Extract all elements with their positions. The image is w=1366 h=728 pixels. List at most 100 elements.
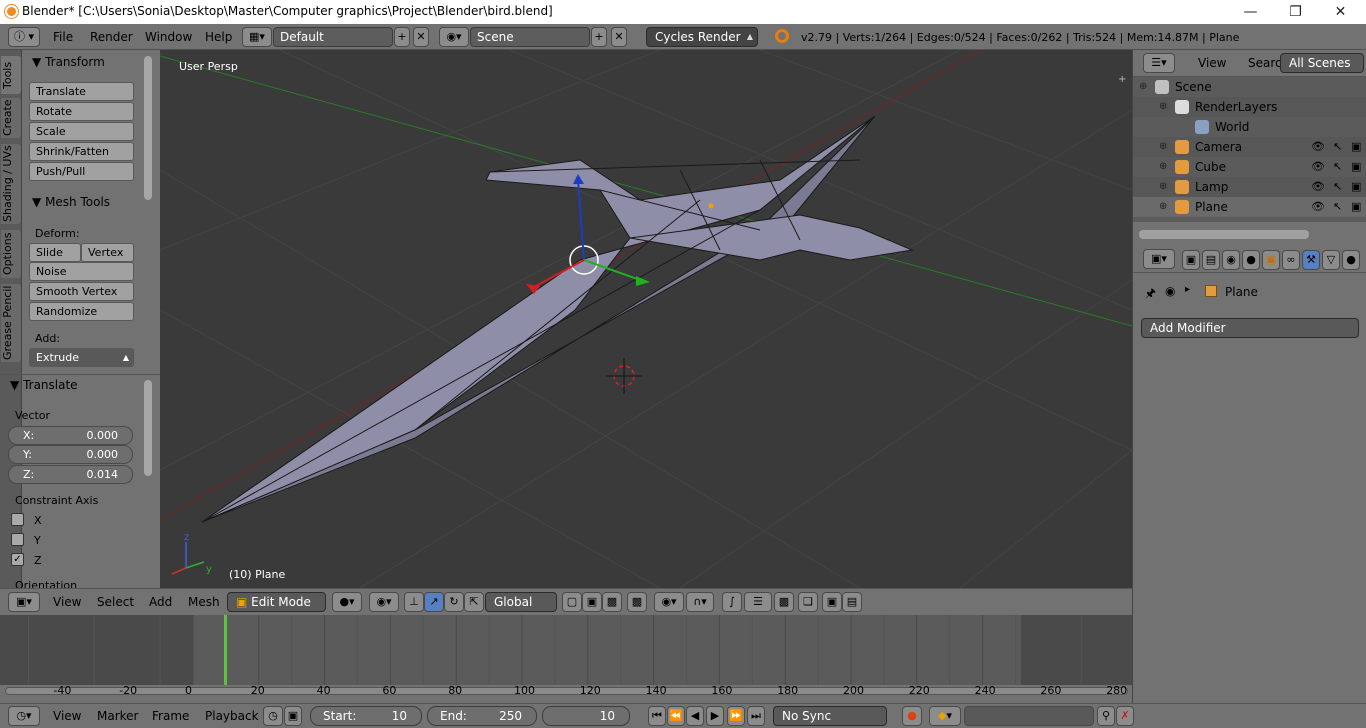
pin-icon[interactable]: 🖈 — [1145, 284, 1156, 305]
slide-edge-button[interactable]: Slide Ed — [29, 243, 81, 276]
render-icon[interactable]: ▩ — [774, 592, 794, 612]
add-layout-icon[interactable]: + — [394, 27, 410, 47]
operator-scrollbar[interactable] — [144, 380, 152, 476]
extrude-dropdown[interactable]: Extrude ▲ — [29, 348, 134, 367]
data-tab-icon[interactable]: ▽ — [1322, 250, 1340, 270]
maximize-button[interactable]: ❐ — [1273, 2, 1318, 22]
scene-tab-icon[interactable]: ◉ — [1222, 250, 1240, 270]
tab-grease-pencil[interactable]: Grease Pencil — [1, 284, 21, 362]
outliner-row-plane[interactable]: ⊕ Plane 👁 ↖ ▣ — [1133, 197, 1366, 217]
outliner-row-camera[interactable]: ⊕ Camera 👁 ↖ ▣ — [1133, 137, 1366, 157]
timeline[interactable] — [0, 615, 1132, 703]
expand-icon[interactable]: ⊕ — [1159, 197, 1167, 217]
slide-vertex-button[interactable]: Vertex — [81, 243, 134, 262]
3d-viewport[interactable]: z y User Persp (10) Plane + — [160, 50, 1132, 588]
timeline-scrollbar[interactable] — [5, 687, 1128, 695]
operator-panel-header[interactable]: ▼ Translate — [4, 374, 132, 396]
expand-icon[interactable]: ⊕ — [1159, 177, 1167, 197]
pivot-dropdown[interactable]: ◉▾ — [369, 592, 399, 612]
modifiers-tab-icon[interactable]: ⚒ — [1302, 250, 1320, 270]
outliner-row-world[interactable]: World — [1133, 117, 1366, 137]
eye-icon[interactable]: 👁 — [1311, 177, 1325, 197]
cursor-select-icon[interactable]: ↖ — [1333, 137, 1342, 157]
falloff-icon[interactable]: ∩▾ — [686, 592, 714, 612]
jump-end-icon[interactable]: ⏭ — [747, 706, 765, 726]
render-layers-tab-icon[interactable]: ▤ — [1202, 250, 1220, 270]
mesh-tools-panel-header[interactable]: ▼ Mesh Tools — [26, 191, 154, 213]
scale-manipulator-icon[interactable]: ⇱ — [464, 592, 484, 612]
lock-icon[interactable]: ▣ — [284, 706, 302, 726]
scene-picker-button[interactable]: ◉▾ — [439, 27, 469, 47]
expand-icon[interactable]: ⊕ — [1139, 77, 1147, 97]
face-select-icon[interactable]: ▩ — [602, 592, 622, 612]
expand-icon[interactable]: ⊕ — [1159, 157, 1167, 177]
push-pull-button[interactable]: Push/Pull — [29, 162, 134, 181]
noise-button[interactable]: Noise — [29, 262, 134, 281]
add-scene-icon[interactable]: + — [591, 27, 607, 47]
scene-name-field[interactable]: Scene — [470, 27, 590, 47]
menu-marker[interactable]: Marker — [97, 709, 138, 723]
render-tab-icon[interactable]: ▣ — [1182, 250, 1200, 270]
remove-scene-icon[interactable]: ✕ — [611, 27, 627, 47]
outliner-row-scene[interactable]: ⊕ Scene — [1133, 77, 1366, 97]
end-frame-field[interactable]: End: 250 — [427, 706, 537, 726]
outliner-row-cube[interactable]: ⊕ Cube 👁 ↖ ▣ — [1133, 157, 1366, 177]
menu-render[interactable]: Render — [90, 30, 133, 44]
outliner-view-menu[interactable]: View — [1198, 56, 1226, 70]
camera-render-icon[interactable]: ▣ — [1351, 197, 1361, 217]
keying-set-icon[interactable]: ◆▾ — [929, 706, 961, 726]
mode-dropdown[interactable]: ▣ Edit Mode — [227, 592, 326, 612]
camera-render-icon[interactable]: ▣ — [1351, 157, 1361, 177]
close-button[interactable]: ✕ — [1318, 2, 1363, 22]
menu-view[interactable]: View — [53, 595, 81, 609]
play-icon[interactable]: ▶ — [706, 706, 724, 726]
tab-tools[interactable]: Tools — [1, 56, 21, 94]
object-tab-icon[interactable]: ▣ — [1262, 250, 1280, 270]
editor-type-3dview-button[interactable]: ▣▾ — [8, 592, 40, 612]
vertex-select-icon[interactable]: ▢ — [562, 592, 582, 612]
sync-dropdown[interactable]: No Sync — [773, 706, 887, 726]
snap-element-icon[interactable]: ☰ — [744, 592, 772, 612]
smooth-vertex-button[interactable]: Smooth Vertex — [29, 282, 134, 301]
eye-icon[interactable]: 👁 — [1311, 137, 1325, 157]
start-frame-field[interactable]: Start: 10 — [310, 706, 422, 726]
tool-shelf-scrollbar[interactable] — [144, 56, 152, 200]
copy-icon[interactable]: ❏ — [798, 592, 818, 612]
rotate-button[interactable]: Rotate — [29, 102, 134, 121]
jump-start-icon[interactable]: ⏮ — [648, 706, 666, 726]
constraints-tab-icon[interactable]: ∞ — [1282, 250, 1300, 270]
material-tab-icon[interactable]: ● — [1342, 250, 1360, 270]
record-icon[interactable]: ● — [902, 706, 922, 726]
constraint-x-checkbox[interactable] — [11, 513, 24, 526]
randomize-button[interactable]: Randomize — [29, 302, 134, 321]
outliner-scrollbar[interactable] — [1139, 230, 1309, 239]
menu-tl-view[interactable]: View — [53, 709, 81, 723]
transform-panel-header[interactable]: ▼ Transform — [26, 51, 154, 73]
translate-button[interactable]: Translate — [29, 82, 134, 101]
expand-icon[interactable]: ⊕ — [1159, 97, 1167, 117]
scale-button[interactable]: Scale — [29, 122, 134, 141]
editor-type-properties-button[interactable]: ▣▾ — [1143, 249, 1175, 269]
menu-mesh[interactable]: Mesh — [188, 595, 220, 609]
tab-create[interactable]: Create — [1, 98, 21, 138]
current-frame-marker[interactable] — [224, 615, 227, 685]
tab-options[interactable]: Options — [1, 230, 21, 278]
vector-y-field[interactable]: Y: 0.000 — [8, 445, 133, 464]
outliner-display-dropdown[interactable]: All Scenes — [1280, 53, 1364, 73]
delete-keyframe-icon[interactable]: ✗ — [1116, 706, 1134, 726]
minimize-button[interactable]: — — [1228, 2, 1273, 22]
constraint-y-checkbox[interactable] — [11, 533, 24, 546]
remove-layout-icon[interactable]: ✕ — [413, 27, 429, 47]
expand-icon[interactable]: ⊕ — [1159, 137, 1167, 157]
cursor-select-icon[interactable]: ↖ — [1333, 197, 1342, 217]
add-region-plus-icon[interactable]: + — [1118, 74, 1126, 85]
limit-selection-icon[interactable]: ▩ — [627, 592, 647, 612]
play-reverse-icon[interactable]: ◀ — [686, 706, 704, 726]
menu-help[interactable]: Help — [205, 30, 232, 44]
jump-prev-key-icon[interactable]: ⏪ — [667, 706, 685, 726]
rotate-manipulator-icon[interactable]: ↻ — [444, 592, 464, 612]
current-frame-field[interactable]: 10 — [542, 706, 630, 726]
edge-select-icon[interactable]: ▣ — [582, 592, 602, 612]
menu-file[interactable]: File — [53, 30, 73, 44]
world-tab-icon[interactable]: ● — [1242, 250, 1260, 270]
